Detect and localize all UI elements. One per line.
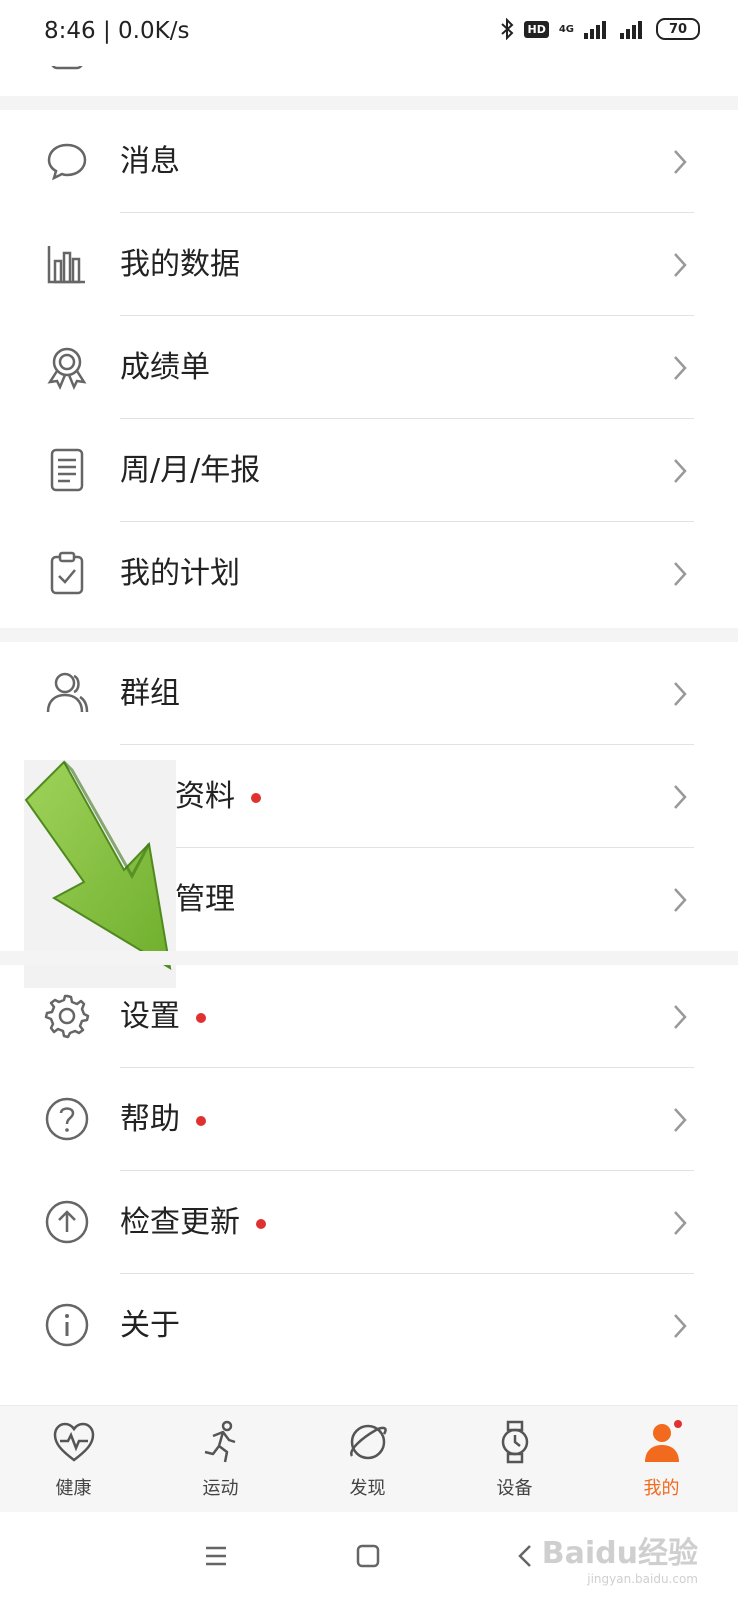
question-icon — [45, 1097, 89, 1141]
clipboard-check-icon — [50, 551, 84, 595]
bottom-tab-bar: 健康 运动 发现 设备 我的 — [0, 1405, 738, 1513]
award-medal-icon — [47, 347, 87, 390]
tab-label: 运动 — [202, 1478, 239, 1499]
menu-item-about[interactable]: 关于 — [0, 1274, 738, 1377]
chevron-right-icon — [674, 356, 687, 380]
menu-item-groups[interactable]: 群组 — [0, 642, 738, 745]
chevron-right-icon — [674, 785, 687, 809]
chevron-right-icon — [674, 253, 687, 277]
menu-item-label: 成绩单 — [120, 350, 210, 385]
menu-item-label: 帮助 — [120, 1068, 206, 1171]
menu-item-messages[interactable]: 消息 — [0, 110, 738, 213]
section-gap — [0, 951, 738, 965]
chevron-right-icon — [674, 682, 687, 706]
tab-label: 发现 — [349, 1478, 386, 1499]
battery-indicator: 70 — [656, 18, 700, 40]
back-chevron-icon[interactable] — [506, 1536, 546, 1576]
signal-icon — [584, 21, 606, 39]
watermark-brand: Baidu经验 — [541, 1536, 698, 1571]
menu-item-check-update[interactable]: 检查更新 — [0, 1171, 738, 1274]
chevron-right-icon — [674, 459, 687, 483]
network-type: 4G — [558, 23, 574, 35]
menu-item-label: 设置 — [120, 965, 206, 1068]
tab-label: 我的 — [643, 1478, 680, 1499]
planet-icon — [349, 1424, 387, 1460]
menu-item-label: 管理 — [175, 882, 235, 917]
menu-item-my-data[interactable]: 我的数据 — [0, 213, 738, 316]
menu-item-label: 周/月/年报 — [120, 453, 261, 488]
watch-icon — [501, 1420, 528, 1464]
message-bubble-icon — [47, 143, 87, 181]
status-icons: HD 4G 70 — [500, 18, 700, 40]
gear-icon — [44, 994, 90, 1039]
tab-me[interactable]: 我的 — [588, 1406, 735, 1513]
status-time: 8:46 | 0.0K/s — [44, 18, 190, 44]
watermark-url: jingyan.baidu.com — [587, 1572, 698, 1586]
menu-item-label: 检查更新 — [120, 1171, 266, 1274]
hd-badge: HD — [524, 20, 549, 38]
notification-dot — [256, 1218, 266, 1229]
baidu-watermark: Baidu经验 jingyan.baidu.com — [542, 1528, 698, 1586]
menu-item-label: 资料 — [175, 745, 261, 848]
menu-item-periodic-report[interactable]: 周/月/年报 — [0, 419, 738, 522]
tab-label: 设备 — [496, 1478, 533, 1499]
menu-item-label: 我的计划 — [120, 556, 240, 591]
people-icon — [46, 672, 89, 713]
menu-item-settings[interactable]: 设置 — [0, 965, 738, 1068]
notification-dot — [196, 1012, 206, 1023]
menu-item-report-card[interactable]: 成绩单 — [0, 316, 738, 419]
bar-chart-icon — [47, 246, 85, 284]
menu-item-label: 消息 — [120, 144, 180, 179]
signal-icon-2 — [620, 21, 642, 39]
menu-item-label: 群组 — [120, 676, 180, 711]
info-icon — [45, 1303, 89, 1347]
chevron-right-icon — [674, 150, 687, 174]
status-bar: 8:46 | 0.0K/s HD 4G 70 — [0, 0, 738, 66]
chevron-right-icon — [674, 1005, 687, 1029]
runner-icon — [204, 1420, 235, 1463]
chevron-right-icon — [674, 1211, 687, 1235]
upload-arrow-icon — [45, 1200, 89, 1244]
chevron-right-icon — [674, 1108, 687, 1132]
menu-item-my-plan[interactable]: 我的计划 — [0, 522, 738, 625]
tab-health[interactable]: 健康 — [0, 1406, 147, 1513]
home-square-icon[interactable] — [348, 1536, 388, 1576]
section-gap — [0, 96, 738, 110]
bluetooth-icon — [501, 18, 514, 40]
menu-item-label: 关于 — [120, 1308, 180, 1343]
report-notebook-icon — [50, 448, 84, 492]
heart-pulse-icon — [53, 1422, 94, 1462]
net-speed: 0.0K/s — [118, 18, 190, 44]
section-gap — [0, 628, 738, 642]
menu-item-label: 我的数据 — [120, 247, 240, 282]
chevron-right-icon — [674, 888, 687, 912]
notification-dot — [251, 792, 261, 803]
chevron-right-icon — [674, 1314, 687, 1338]
person-icon — [644, 1420, 682, 1462]
tab-exercise[interactable]: 运动 — [147, 1406, 294, 1513]
tab-device[interactable]: 设备 — [441, 1406, 588, 1513]
chevron-right-icon — [674, 562, 687, 586]
menu-item-help[interactable]: 帮助 — [0, 1068, 738, 1171]
clock: 8:46 — [44, 18, 96, 44]
tab-discover[interactable]: 发现 — [294, 1406, 441, 1513]
tab-label: 健康 — [55, 1478, 92, 1499]
notification-dot — [196, 1115, 206, 1126]
menu-lines-icon[interactable] — [196, 1536, 236, 1576]
